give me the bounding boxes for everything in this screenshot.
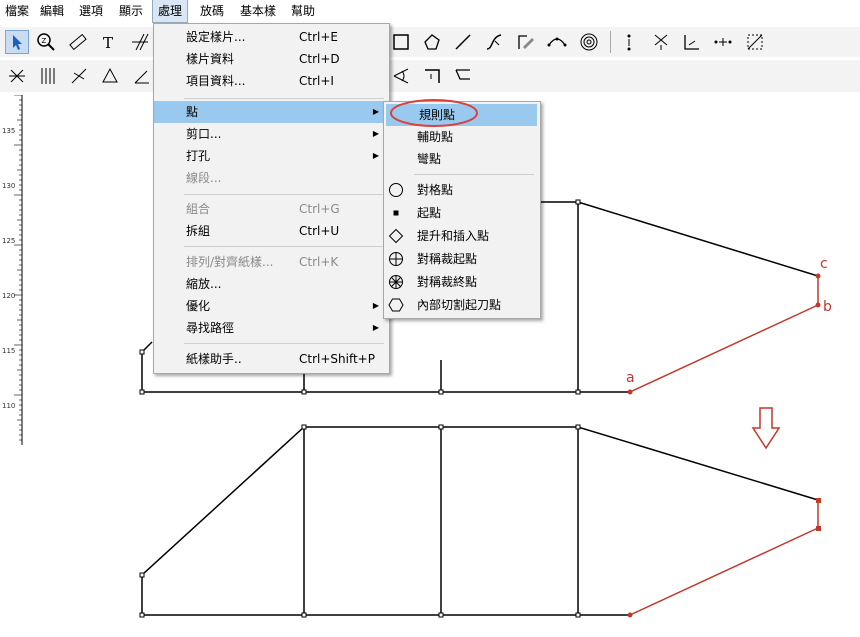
submenu-arrow-icon: ▶ xyxy=(372,323,379,332)
point-submenu: 規則點 輔助點 彎點 對格點 起點 提升和插入點 對稱裁起點 對稱裁終點 內部切… xyxy=(383,101,541,319)
pattern-point[interactable] xyxy=(139,612,145,618)
hexagon-icon xyxy=(388,298,404,312)
pattern-point[interactable] xyxy=(301,389,307,395)
submenu-item-internal-cut-start[interactable]: 內部切割起刀點 xyxy=(384,294,540,316)
red-point-b[interactable] xyxy=(815,302,821,308)
pattern-point[interactable] xyxy=(139,572,145,578)
label-a: a xyxy=(626,370,635,386)
pattern-point[interactable] xyxy=(575,199,581,205)
menu-item-label: 打孔 xyxy=(186,149,211,163)
label-c: c xyxy=(820,256,828,272)
menu-item-label: 紙樣助手.. xyxy=(186,352,242,366)
menu-item-label: 優化 xyxy=(186,299,211,313)
menu-item-shortcut: Ctrl+Shift+P xyxy=(299,352,375,366)
menu-item-shortcut: Ctrl+G xyxy=(299,202,340,216)
menu-item-find-path[interactable]: 尋找路徑 ▶ xyxy=(154,317,389,339)
pattern-point[interactable] xyxy=(301,424,307,430)
pattern-point[interactable] xyxy=(301,612,307,618)
menu-item-drill[interactable]: 打孔 ▶ xyxy=(154,145,389,167)
submenu-item-mirror-start[interactable]: 對稱裁起點 xyxy=(384,248,540,270)
menu-item-label: 樣片資料 xyxy=(186,52,235,66)
submenu-arrow-icon: ▶ xyxy=(372,151,379,160)
menu-item-shortcut: Ctrl+D xyxy=(299,52,340,66)
submenu-item-mirror-end[interactable]: 對稱裁終點 xyxy=(384,271,540,293)
menu-item-ungroup[interactable]: 拆組 Ctrl+U xyxy=(154,220,389,242)
menu-item-shortcut: Ctrl+E xyxy=(299,30,338,44)
submenu-item-label: 提升和插入點 xyxy=(417,229,490,243)
submenu-item-label: 內部切割起刀點 xyxy=(417,298,502,312)
circle-icon xyxy=(389,183,403,197)
pattern-point[interactable] xyxy=(139,349,145,355)
submenu-item-lift-insert-point[interactable]: 提升和插入點 xyxy=(384,225,540,247)
menu-item-segment: 線段... xyxy=(154,167,389,189)
submenu-arrow-icon: ▶ xyxy=(372,107,379,116)
submenu-item-aux-point[interactable]: 輔助點 xyxy=(384,126,540,148)
pattern-point[interactable] xyxy=(575,389,581,395)
submenu-arrow-icon: ▶ xyxy=(372,301,379,310)
submenu-item-label: 對格點 xyxy=(417,183,454,197)
menu-item-shortcut: Ctrl+K xyxy=(299,255,339,269)
asterisk-circle-icon xyxy=(389,275,403,289)
pattern-piece-after[interactable] xyxy=(141,426,819,616)
diamond-icon xyxy=(388,228,404,244)
submenu-item-start-point[interactable]: 起點 xyxy=(384,202,540,224)
pattern-seam-red-before[interactable] xyxy=(629,276,819,393)
pattern-point[interactable] xyxy=(438,424,444,430)
submenu-item-match-point[interactable]: 對格點 xyxy=(384,179,540,201)
menu-item-label: 組合 xyxy=(186,202,211,216)
menu-item-pattern-assistant[interactable]: 紙樣助手.. Ctrl+Shift+P xyxy=(154,348,389,370)
pattern-point[interactable] xyxy=(139,389,145,395)
menu-item-scale[interactable]: 縮放... xyxy=(154,273,389,295)
menu-item-group: 組合 Ctrl+G xyxy=(154,198,389,220)
submenu-item-label: 對稱裁起點 xyxy=(417,252,478,266)
red-point-a[interactable] xyxy=(627,389,633,395)
crosshair-circle-icon xyxy=(389,252,403,266)
pattern-seam-red-after[interactable] xyxy=(629,500,819,616)
submenu-item-curve-point[interactable]: 彎點 xyxy=(384,148,540,170)
menu-item-notch[interactable]: 剪口... ▶ xyxy=(154,123,389,145)
submenu-item-label: 對稱裁終點 xyxy=(417,275,478,289)
menu-item-shortcut: Ctrl+U xyxy=(299,224,340,238)
red-point[interactable] xyxy=(627,612,633,618)
menu-item-label: 項目資料... xyxy=(186,74,246,88)
submenu-item-label: 起點 xyxy=(417,206,442,220)
pattern-point[interactable] xyxy=(575,612,581,618)
menu-item-label: 尋找路徑 xyxy=(186,321,235,335)
highlight-ellipse xyxy=(390,99,478,127)
menu-item-piece-data[interactable]: 樣片資料 Ctrl+D xyxy=(154,48,389,70)
down-arrow-icon xyxy=(751,407,781,450)
menu-item-label: 排列/對齊紙樣... xyxy=(186,255,274,269)
menu-item-label: 拆組 xyxy=(186,224,211,238)
submenu-item-label: 輔助點 xyxy=(417,130,454,144)
menu-separator xyxy=(184,194,384,195)
menu-separator xyxy=(184,343,384,344)
pattern-point[interactable] xyxy=(575,424,581,430)
menu-item-label: 設定樣片... xyxy=(186,30,246,44)
menu-item-optimize[interactable]: 優化 ▶ xyxy=(154,295,389,317)
menu-item-label: 縮放... xyxy=(186,277,222,291)
menu-separator xyxy=(184,246,384,247)
submenu-arrow-icon: ▶ xyxy=(372,129,379,138)
menu-item-label: 剪口... xyxy=(186,127,222,141)
menu-item-set-piece[interactable]: 設定樣片... Ctrl+E xyxy=(154,26,389,48)
red-point-square[interactable] xyxy=(816,498,821,503)
menu-item-arrange: 排列/對齊紙樣... Ctrl+K xyxy=(154,251,389,273)
submenu-item-label: 彎點 xyxy=(417,152,442,166)
label-b: b xyxy=(823,299,832,315)
menu-item-label: 點 xyxy=(186,105,199,119)
square-dot-icon xyxy=(393,210,399,216)
red-point-c[interactable] xyxy=(815,273,821,279)
red-point-square[interactable] xyxy=(816,526,821,531)
menu-separator xyxy=(414,174,534,175)
menu-item-label: 線段... xyxy=(186,171,222,185)
menu-separator xyxy=(184,98,384,99)
process-menu: 設定樣片... Ctrl+E 樣片資料 Ctrl+D 項目資料... Ctrl+I 點… xyxy=(153,23,390,374)
menu-item-item-data[interactable]: 項目資料... Ctrl+I xyxy=(154,70,389,92)
menu-item-point[interactable]: 點 ▶ xyxy=(154,101,389,123)
pattern-point[interactable] xyxy=(438,389,444,395)
pattern-point[interactable] xyxy=(438,612,444,618)
menu-item-shortcut: Ctrl+I xyxy=(299,74,334,88)
